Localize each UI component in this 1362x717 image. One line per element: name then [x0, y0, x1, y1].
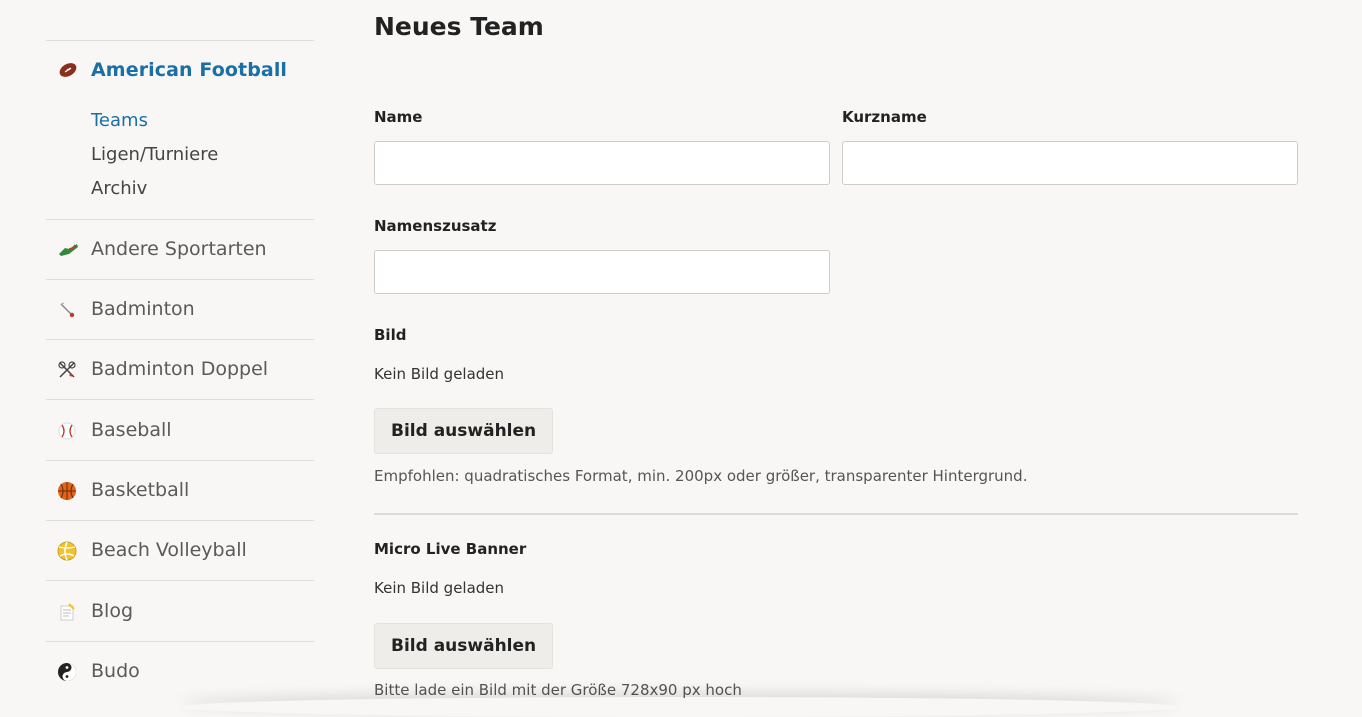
sidebar-item-basketball[interactable]: Basketball — [46, 461, 314, 521]
page-title: Neues Team — [374, 12, 544, 41]
sidebar-item-beach-volleyball[interactable]: Beach Volleyball — [46, 521, 314, 581]
banner-label: Micro Live Banner — [374, 540, 527, 558]
notepad-icon — [57, 602, 77, 622]
sidebar-item-baseball[interactable]: Baseball — [46, 401, 314, 461]
sidebar-item-label[interactable]: American Football — [91, 59, 287, 81]
football-icon — [58, 62, 78, 82]
sidebar-item-label: Badminton Doppel — [91, 358, 269, 380]
subnav-archiv[interactable]: Archiv — [91, 172, 218, 206]
image-label: Bild — [374, 326, 407, 344]
select-image-button[interactable]: Bild auswählen — [374, 408, 554, 454]
bottom-shadow — [180, 697, 1180, 717]
sidebar-item-label: Beach Volleyball — [91, 539, 247, 561]
shuttlecock-icon — [57, 300, 77, 320]
sidebar-item-label: Baseball — [91, 419, 172, 441]
sidebar-item-andere-sportarten[interactable]: Andere Sportarten — [46, 220, 314, 280]
name-label: Name — [374, 108, 423, 126]
sidebar-item-budo[interactable]: Budo — [46, 642, 314, 701]
sidebar-item-label: Blog — [91, 600, 133, 622]
crossed-rackets-icon — [57, 360, 77, 380]
shortname-label: Kurzname — [842, 108, 927, 126]
subnav-teams[interactable]: Teams — [91, 104, 218, 138]
name-field[interactable] — [374, 141, 830, 185]
sidebar-item-american-football: American Football Teams Ligen/Turniere A… — [46, 41, 314, 220]
shortname-field[interactable] — [842, 141, 1298, 185]
suffix-field[interactable] — [374, 250, 830, 294]
sport-subnav: Teams Ligen/Turniere Archiv — [91, 104, 218, 206]
image-status: Kein Bild geladen — [374, 365, 505, 383]
basketball-icon — [57, 481, 77, 501]
section-divider — [374, 513, 1298, 515]
sidebar-item-label: Andere Sportarten — [91, 238, 267, 260]
subnav-ligen-turniere[interactable]: Ligen/Turniere — [91, 138, 218, 172]
sidebar-item-badminton[interactable]: Badminton — [46, 280, 314, 340]
image-hint: Empfohlen: quadratisches Format, min. 20… — [374, 467, 1028, 485]
baseball-icon — [57, 421, 77, 441]
volleyball-icon — [57, 541, 77, 561]
sidebar-item-label: Basketball — [91, 479, 190, 501]
sidebar-item-blog[interactable]: Blog — [46, 582, 314, 642]
yin-yang-icon — [57, 662, 77, 682]
sneaker-icon — [57, 240, 78, 260]
select-banner-button[interactable]: Bild auswählen — [374, 623, 554, 669]
suffix-label: Namenszusatz — [374, 217, 497, 235]
sidebar-item-label: Badminton — [91, 298, 195, 320]
banner-status: Kein Bild geladen — [374, 579, 505, 597]
sidebar-item-badminton-doppel[interactable]: Badminton Doppel — [46, 340, 314, 400]
sidebar-item-label: Budo — [91, 660, 140, 682]
